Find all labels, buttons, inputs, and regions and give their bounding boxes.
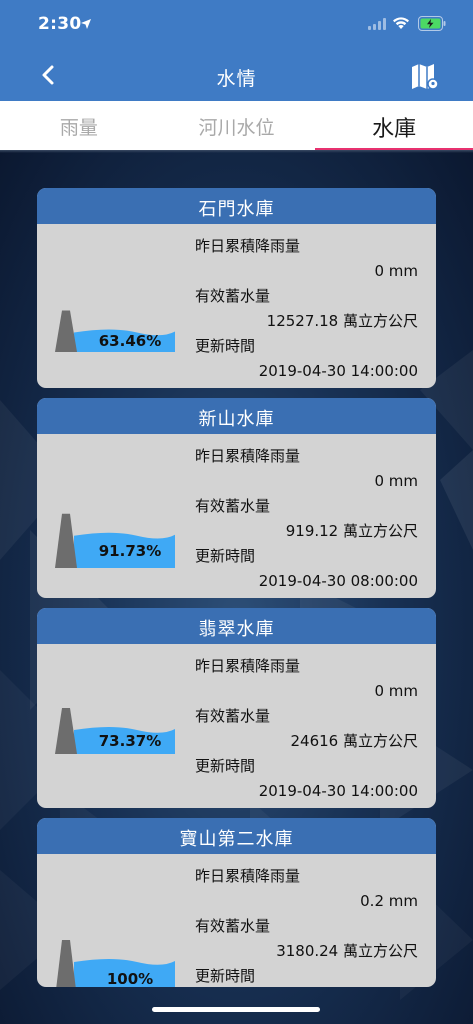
reservoir-info: 昨日累積降雨量 0 mm 有效蓄水量 24616 萬立方公尺 更新時間 2019… bbox=[195, 654, 418, 804]
rain-value: 0 mm bbox=[374, 472, 418, 490]
updated-value: 2019-04-30 14:00:00 bbox=[258, 362, 418, 380]
storage-value: 24616 萬立方公尺 bbox=[290, 732, 419, 750]
reservoir-info: 昨日累積降雨量 0 mm 有效蓄水量 919.12 萬立方公尺 更新時間 201… bbox=[195, 444, 418, 594]
storage-value: 12527.18 萬立方公尺 bbox=[266, 312, 418, 330]
reservoir-name: 石門水庫 bbox=[37, 188, 436, 224]
reservoir-card[interactable]: 翡翠水庫 73.37% 昨日累積降雨量 0 mm 有效蓄水量 24616 萬立方… bbox=[37, 608, 436, 808]
water-level-gauge: 91.73% bbox=[55, 498, 175, 568]
storage-value: 3180.24 萬立方公尺 bbox=[276, 942, 418, 960]
storage-label: 有效蓄水量 bbox=[195, 917, 271, 935]
dam-wall-icon bbox=[55, 707, 77, 754]
storage-label: 有效蓄水量 bbox=[195, 497, 271, 515]
storage-percent: 73.37% bbox=[98, 731, 162, 750]
updated-label: 更新時間 bbox=[195, 547, 256, 565]
rain-value: 0.2 mm bbox=[360, 892, 418, 910]
storage-percent: 63.46% bbox=[98, 332, 162, 351]
updated-value: 2019-04-30 08:00:00 bbox=[258, 572, 418, 590]
reservoir-card-body: 63.46% 昨日累積降雨量 0 mm 有效蓄水量 12527.18 萬立方公尺… bbox=[37, 224, 436, 388]
rain-label: 昨日累積降雨量 bbox=[195, 657, 301, 675]
updated-label: 更新時間 bbox=[195, 967, 256, 985]
water-level-gauge: 63.46% bbox=[55, 282, 175, 352]
updated-label: 更新時間 bbox=[195, 757, 256, 775]
rain-value: 0 mm bbox=[374, 682, 418, 700]
storage-percent: 91.73% bbox=[98, 541, 162, 560]
reservoir-card-body: 73.37% 昨日累積降雨量 0 mm 有效蓄水量 24616 萬立方公尺 更新… bbox=[37, 644, 436, 808]
reservoir-card[interactable]: 新山水庫 91.73% 昨日累積降雨量 0 mm 有效蓄水量 919.12 萬立… bbox=[37, 398, 436, 598]
reservoir-list: 石門水庫 63.46% 昨日累積降雨量 0 mm 有效蓄水量 12527.18 … bbox=[0, 0, 473, 1024]
screen: 2:30 水情 雨量 河川水位 水庫 石門水庫 63.46% 昨日累積降雨量 0… bbox=[0, 0, 473, 1024]
storage-label: 有效蓄水量 bbox=[195, 707, 271, 725]
storage-percent: 100% bbox=[106, 970, 154, 987]
dam-wall-icon bbox=[55, 310, 77, 352]
dam-wall-icon bbox=[56, 940, 76, 987]
reservoir-card-body: 91.73% 昨日累積降雨量 0 mm 有效蓄水量 919.12 萬立方公尺 更… bbox=[37, 434, 436, 598]
rain-label: 昨日累積降雨量 bbox=[195, 867, 301, 885]
updated-value: 2019-04-30 14:00:00 bbox=[258, 782, 418, 800]
reservoir-info: 昨日累積降雨量 0 mm 有效蓄水量 12527.18 萬立方公尺 更新時間 2… bbox=[195, 234, 418, 384]
reservoir-card-body: 100% 昨日累積降雨量 0.2 mm 有效蓄水量 3180.24 萬立方公尺 … bbox=[37, 854, 436, 987]
water-level-gauge: 73.37% bbox=[55, 684, 175, 754]
rain-label: 昨日累積降雨量 bbox=[195, 447, 301, 465]
reservoir-card[interactable]: 石門水庫 63.46% 昨日累積降雨量 0 mm 有效蓄水量 12527.18 … bbox=[37, 188, 436, 388]
reservoir-name: 寶山第二水庫 bbox=[37, 818, 436, 854]
storage-value: 919.12 萬立方公尺 bbox=[285, 522, 418, 540]
updated-label: 更新時間 bbox=[195, 337, 256, 355]
dam-wall-icon bbox=[55, 513, 77, 568]
storage-label: 有效蓄水量 bbox=[195, 287, 271, 305]
reservoir-card[interactable]: 寶山第二水庫 100% 昨日累積降雨量 0.2 mm 有效蓄水量 3180.24… bbox=[37, 818, 436, 987]
water-level-gauge: 100% bbox=[55, 928, 175, 987]
rain-value: 0 mm bbox=[374, 262, 418, 280]
reservoir-info: 昨日累積降雨量 0.2 mm 有效蓄水量 3180.24 萬立方公尺 更新時間 bbox=[195, 864, 418, 987]
rain-label: 昨日累積降雨量 bbox=[195, 237, 301, 255]
home-indicator bbox=[152, 1007, 320, 1012]
reservoir-name: 新山水庫 bbox=[37, 398, 436, 434]
reservoir-name: 翡翠水庫 bbox=[37, 608, 436, 644]
